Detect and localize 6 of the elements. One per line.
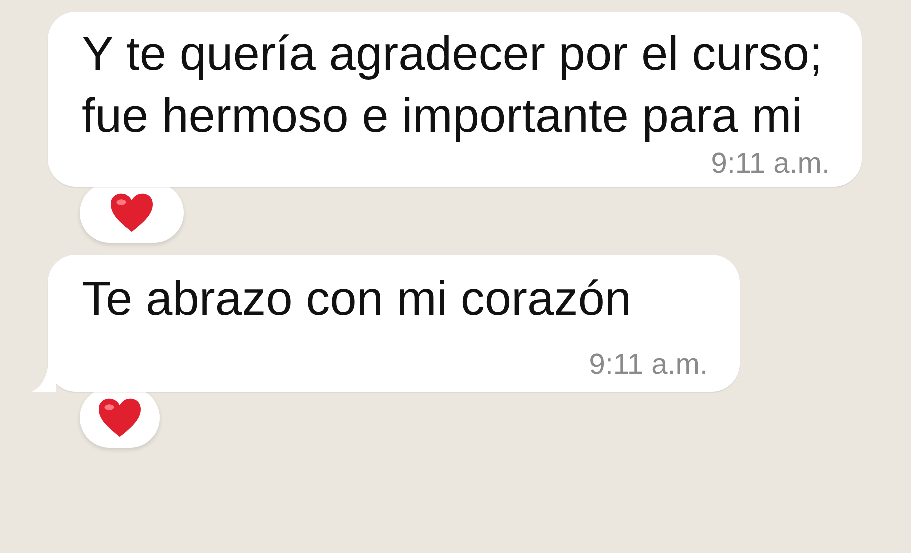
message-text: Te abrazo con mi corazón [82,272,633,328]
message-time: 9:11 a.m. [589,349,708,382]
message-time: 9:11 a.m. [711,148,830,181]
heart-icon [97,397,143,439]
heart-icon [109,192,155,234]
message-text: Y te quería agradecer por el curso; fue hermoso e importante para mi [82,27,824,145]
